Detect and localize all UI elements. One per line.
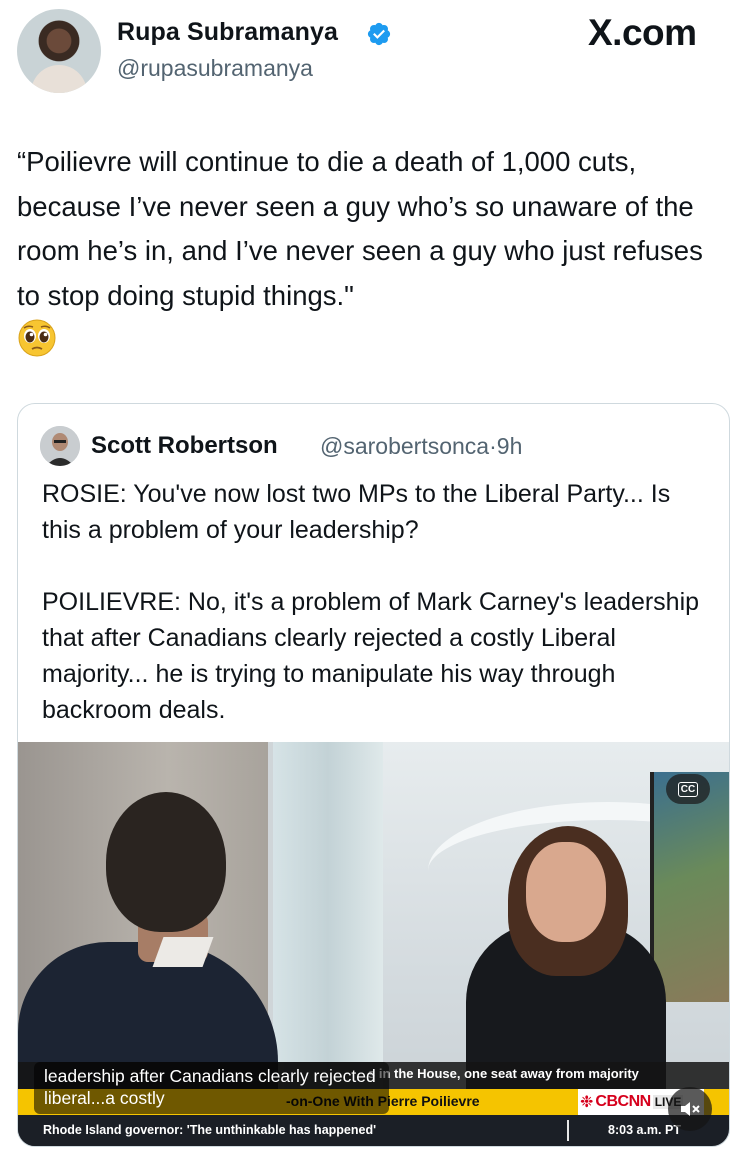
studio-monitor [650,772,729,1002]
x-logo: X.com [588,12,697,53]
author-name[interactable]: Rupa Subramanya [117,18,338,47]
quoted-author-name[interactable]: Scott Robertson [91,432,278,460]
interviewee-head [106,792,226,932]
author-avatar[interactable] [17,9,101,93]
quoted-tweet-time[interactable]: 9h [497,433,523,459]
host-face [526,842,606,942]
cbc-gem-icon: ❉ [580,1094,594,1111]
author-handle[interactable]: @rupasubramanya [117,55,313,82]
speaker-muted-icon [681,1102,700,1116]
video-player[interactable]: CC s in the House, one seat away from ma… [18,742,729,1146]
verified-badge-icon [367,22,391,46]
ticker-time: 8:03 a.m. PT [608,1123,681,1137]
ticker-bottom-text: Rhode Island governor: 'The unthinkable … [43,1123,377,1137]
quoted-tweet[interactable]: Scott Robertson @sarobertsonca·9h ROSIE:… [17,403,730,1147]
ticker-separator [567,1120,569,1141]
network-logo-text: CBCNN [595,1093,651,1110]
closed-captions-button[interactable]: CC [666,774,710,804]
quoted-author-avatar[interactable] [40,426,80,466]
cc-label: CC [677,781,699,797]
quoted-author-meta[interactable]: @sarobertsonca·9h [320,433,522,460]
quoted-tweet-text: ROSIE: You've now lost two MPs to the Li… [42,476,702,764]
pleading-face-emoji [18,319,56,357]
ticker-top-text: s in the House, one seat away from major… [368,1066,639,1081]
quoted-author-handle[interactable]: @sarobertsonca [320,433,489,459]
caption-text: leadership after Canadians clearly rejec… [44,1066,376,1108]
tweet-text: “Poilievre will continue to die a death … [17,146,703,311]
quoted-paragraph-1: ROSIE: You've now lost two MPs to the Li… [42,480,671,544]
quoted-paragraph-2: POILIEVRE: No, it's a problem of Mark Ca… [42,588,700,724]
meta-separator: · [489,433,497,459]
mute-button[interactable] [668,1087,712,1131]
